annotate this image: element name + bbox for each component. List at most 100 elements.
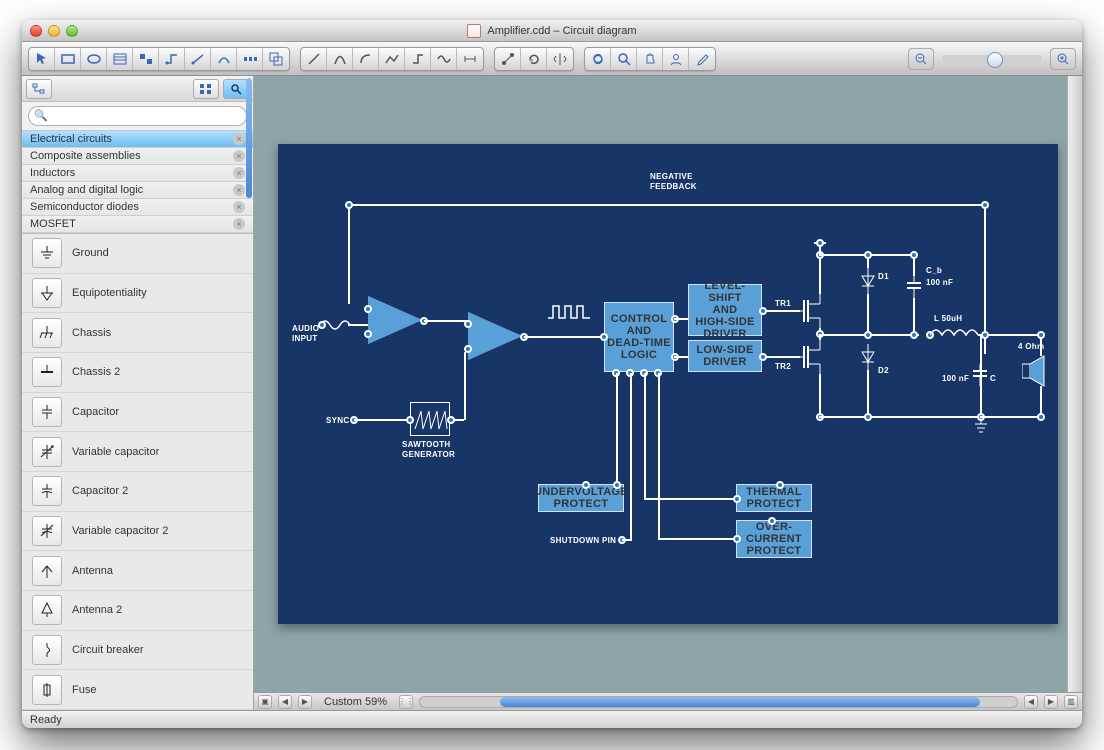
connector-node[interactable] xyxy=(733,495,741,503)
connector-node[interactable] xyxy=(864,413,872,421)
connector-node[interactable] xyxy=(733,535,741,543)
shape-variable-capacitor[interactable]: Variable capacitor xyxy=(22,432,253,472)
page-prev-button[interactable]: ▣ xyxy=(258,695,272,709)
block-low-side[interactable]: LOW-SIDE DRIVER xyxy=(688,340,762,372)
shape-capacitor-2[interactable]: Capacitor 2 xyxy=(22,472,253,512)
connector-node[interactable] xyxy=(981,331,989,339)
connector-node[interactable] xyxy=(910,331,918,339)
diode-icon[interactable] xyxy=(860,344,876,370)
connector-node[interactable] xyxy=(318,321,326,329)
close-icon[interactable]: × xyxy=(233,201,245,213)
shape-chassis[interactable]: Chassis xyxy=(22,313,253,353)
search-input[interactable] xyxy=(28,106,247,126)
category-semiconductor-diodes[interactable]: Semiconductor diodes × xyxy=(22,199,253,216)
spline-tool[interactable] xyxy=(431,48,457,70)
block-undervoltage[interactable]: UNDERVOLTAGE PROTECT xyxy=(538,484,624,512)
connector-node[interactable] xyxy=(345,201,353,209)
orthogonal-tool[interactable] xyxy=(405,48,431,70)
connector-node[interactable] xyxy=(981,201,989,209)
category-composite-assemblies[interactable]: Composite assemblies × xyxy=(22,148,253,165)
close-icon[interactable]: × xyxy=(233,150,245,162)
pointer-tool[interactable] xyxy=(29,48,55,70)
connector-node[interactable] xyxy=(464,320,472,328)
category-inductors[interactable]: Inductors × xyxy=(22,165,253,182)
sidebar-scrollbar[interactable] xyxy=(245,76,253,710)
block-control-logic[interactable]: CONTROL AND DEAD-TIME LOGIC xyxy=(604,302,674,372)
list-tool[interactable] xyxy=(107,48,133,70)
shape-antenna-2[interactable]: Antenna 2 xyxy=(22,591,253,631)
group-tool[interactable] xyxy=(263,48,289,70)
ellipse-tool[interactable] xyxy=(81,48,107,70)
scroll-left-button[interactable]: ◀ xyxy=(278,695,292,709)
category-mosfet[interactable]: MOSFET × xyxy=(22,216,253,233)
inductor-icon[interactable] xyxy=(930,328,980,342)
rotate-tool[interactable] xyxy=(521,48,547,70)
dimension-tool[interactable] xyxy=(457,48,483,70)
transistor-icon[interactable] xyxy=(798,340,828,374)
edit-points-tool[interactable] xyxy=(495,48,521,70)
connector-node[interactable] xyxy=(864,331,872,339)
shape-chassis-2[interactable]: Chassis 2 xyxy=(22,353,253,393)
block-sawtooth[interactable] xyxy=(410,402,450,436)
scroll-track[interactable] xyxy=(419,696,1018,708)
canvas-area[interactable]: NEGATIVE FEEDBACK AUDIO INPUT xyxy=(254,76,1082,692)
speaker-icon[interactable] xyxy=(1022,354,1052,388)
shape-equipotentiality[interactable]: Equipotentiality xyxy=(22,274,253,314)
connector-node[interactable] xyxy=(910,251,918,259)
connector-tool-3[interactable] xyxy=(211,48,237,70)
block-level-shift[interactable]: LEVEL-SHIFT AND HIGH-SIDE DRIVER xyxy=(688,284,762,336)
close-icon[interactable]: × xyxy=(233,184,245,196)
scroll-right-button[interactable]: ▶ xyxy=(298,695,312,709)
connector-node[interactable] xyxy=(759,307,767,315)
shape-fuse[interactable]: Fuse xyxy=(22,670,253,710)
zoom-label[interactable]: Custom 59% xyxy=(318,696,393,708)
distribute-tool[interactable] xyxy=(237,48,263,70)
scroll-thumb[interactable] xyxy=(500,697,980,707)
shape-antenna[interactable]: Antenna xyxy=(22,551,253,591)
connector-node[interactable] xyxy=(759,353,767,361)
vertical-scrollbar[interactable] xyxy=(1067,76,1082,692)
connector-node[interactable] xyxy=(1037,331,1045,339)
flip-tool[interactable] xyxy=(547,48,573,70)
shape-ground[interactable]: Ground xyxy=(22,234,253,274)
close-icon[interactable]: × xyxy=(233,218,245,230)
category-electrical-circuits[interactable]: Electrical circuits × xyxy=(22,131,253,148)
line-tool[interactable] xyxy=(301,48,327,70)
arc-tool[interactable] xyxy=(353,48,379,70)
pan-tool[interactable] xyxy=(637,48,663,70)
connector-tool-2[interactable] xyxy=(185,48,211,70)
align-tool[interactable] xyxy=(133,48,159,70)
zoom-out-button[interactable] xyxy=(908,48,934,70)
scroll-left-button-2[interactable]: ◀ xyxy=(1024,695,1038,709)
shape-circuit-breaker[interactable]: Circuit breaker xyxy=(22,631,253,671)
curve-tool[interactable] xyxy=(327,48,353,70)
panel-toggle-button[interactable]: ▥ xyxy=(1064,695,1078,709)
connector-node[interactable] xyxy=(864,251,872,259)
connector-node[interactable] xyxy=(1037,413,1045,421)
zoom-slider[interactable] xyxy=(942,55,1042,63)
rect-tool[interactable] xyxy=(55,48,81,70)
transistor-icon[interactable] xyxy=(798,294,828,328)
zoom-in-button[interactable] xyxy=(1050,48,1076,70)
connector-node[interactable] xyxy=(776,481,784,489)
shape-variable-capacitor-2[interactable]: Variable capacitor 2 xyxy=(22,512,253,552)
shape-capacitor[interactable]: Capacitor xyxy=(22,393,253,433)
close-icon[interactable]: × xyxy=(233,167,245,179)
amplifier-2[interactable] xyxy=(468,312,522,360)
connector-node[interactable] xyxy=(364,305,372,313)
polyline-tool[interactable] xyxy=(379,48,405,70)
category-analog-digital-logic[interactable]: Analog and digital logic × xyxy=(22,182,253,199)
connector-node[interactable] xyxy=(816,239,824,247)
block-overcurrent[interactable]: OVER- CURRENT PROTECT xyxy=(736,520,812,558)
connector-tool-1[interactable] xyxy=(159,48,185,70)
grid-view-button[interactable] xyxy=(193,79,219,99)
connector-node[interactable] xyxy=(613,481,621,489)
connector-node[interactable] xyxy=(582,481,590,489)
connector-node[interactable] xyxy=(447,416,455,424)
eyedropper-tool[interactable] xyxy=(689,48,715,70)
scroll-right-button-2[interactable]: ▶ xyxy=(1044,695,1058,709)
connector-node[interactable] xyxy=(768,517,776,525)
diode-icon[interactable] xyxy=(860,268,876,294)
capacitor-icon[interactable] xyxy=(906,276,922,298)
block-thermal[interactable]: THERMAL PROTECT xyxy=(736,484,812,512)
